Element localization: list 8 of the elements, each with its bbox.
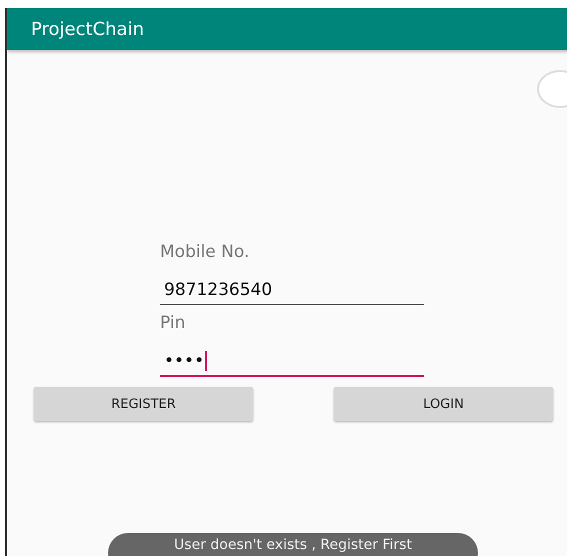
- field-label: Pin: [160, 313, 186, 335]
- register-button[interactable]: REGISTER: [34, 387, 253, 421]
- toast-message: User doesn't exists , Register First: [108, 533, 478, 556]
- login-button[interactable]: LOGIN: [334, 387, 553, 421]
- field-label: Mobile No.: [160, 242, 250, 264]
- app-title: ProjectChain: [31, 18, 144, 40]
- input-field[interactable]: 9871236540: [160, 270, 424, 305]
- input-field[interactable]: ••••: [160, 341, 424, 377]
